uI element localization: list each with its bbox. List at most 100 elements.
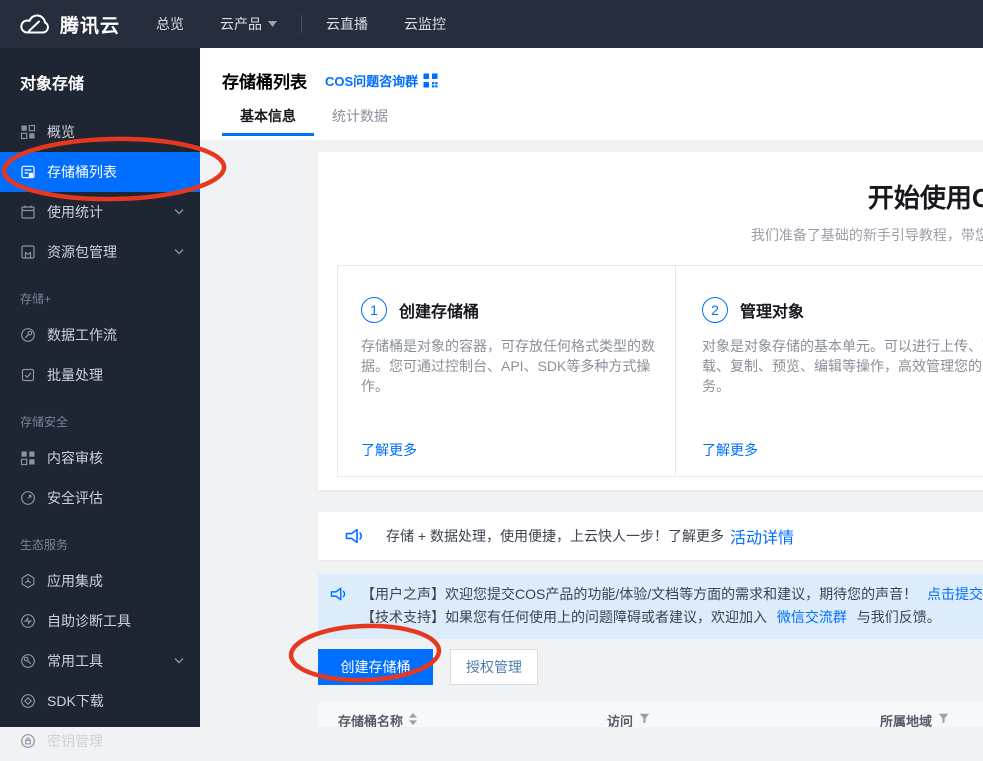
guide-step-1: 1 创建存储桶 存储桶是对象的容器，可存放任何格式类型的数据。您可通过控制台、A… [338,266,675,476]
feedback-line-2-text: 【技术支持】如果您有任何使用上的问题障碍或者建议，欢迎加入 [361,609,767,625]
feedback-line-2-suffix: 与我们反馈。 [856,609,941,625]
sidebar-item-label: 内容审核 [47,450,103,466]
sidebar-group-storage-plus: 存储+ [20,292,52,306]
bucket-table-header: 存储桶名称 访问 所属地域 [318,702,983,727]
tools-icon [20,653,36,669]
cos-qa-group-label: COS问题咨询群 [325,74,419,89]
feedback-notice: 【用户之声】欢迎您提交COS产品的功能/体验/文档等方面的需求和建议，期待您的声… [318,574,983,639]
cos-qa-group-link[interactable]: COS问题咨询群 [325,71,438,90]
sidebar-item-resource-packs[interactable]: 资源包管理 [0,232,200,272]
guide-steps-box: 1 创建存储桶 存储桶是对象的容器，可存放任何格式类型的数据。您可通过控制台、A… [337,265,983,477]
workflow-icon [20,327,36,343]
topbar: 腾讯云 总览 云产品 云直播 云监控 [0,0,983,48]
sort-icon[interactable] [409,713,418,725]
topnav-overview-label: 总览 [156,16,185,32]
sidebar-item-content-audit[interactable]: 内容审核 [0,438,200,478]
step-1-description: 存储桶是对象的容器，可存放任何格式类型的数据。您可通过控制台、API、SDK等多… [361,338,655,394]
topnav-products[interactable]: 云产品 [220,14,278,34]
sidebar-item-app-integration[interactable]: 应用集成 [0,561,200,601]
sidebar-item-label: 数据工作流 [47,327,117,343]
column-bucket-name[interactable]: 存储桶名称 [318,702,588,727]
step-2-number-badge: 2 [702,297,728,323]
sidebar-item-batch-processing[interactable]: 批量处理 [0,355,200,395]
sidebar-item-label: 批量处理 [47,367,103,383]
column-region[interactable]: 所属地域 [861,702,983,727]
sidebar-item-label: 资源包管理 [47,244,117,260]
topnav-live[interactable]: 云直播 [326,14,368,34]
sidebar-item-common-tools[interactable]: 常用工具 [0,641,200,681]
sidebar-group-eco-services: 生态服务 [20,538,69,552]
auth-manage-button[interactable]: 授权管理 [450,649,538,685]
guide-heading: 开始使用COS [867,183,983,213]
qr-code-icon [423,73,438,88]
chevron-down-icon [174,248,184,255]
sidebar-item-sdk-download[interactable]: SDK下载 [0,681,200,721]
step-2-learn-more-link[interactable]: 了解更多 [702,440,758,460]
guide-step-2: 2 管理对象 对象是对象存储的基本单元。可以进行上传、下载、复制、预览、编辑等操… [675,266,983,476]
tab-statistics[interactable]: 统计数据 [314,106,406,136]
sidebar-group-storage-security: 存储安全 [20,415,69,429]
topnav-monitor[interactable]: 云监控 [404,14,446,34]
guide-card: 开始使用COS 我们准备了基础的新手引导教程，带您快速上手对象存储COS。 1 … [318,152,983,490]
sidebar-item-label: 安全评估 [47,490,103,506]
page-title: 存储桶列表 [222,73,307,92]
sidebar-item-key-management[interactable]: 密钥管理 [0,721,200,761]
topnav-monitor-label: 云监控 [404,16,447,32]
topnav-divider [301,15,303,33]
step-2-title: 管理对象 [740,304,805,321]
sidebar-title: 对象存储 [20,76,85,93]
topnav-overview[interactable]: 总览 [156,14,184,34]
tab-bar: 基本信息 统计数据 [222,106,983,136]
column-bucket-name-label: 存储桶名称 [338,714,404,727]
feedback-line-1-text: 【用户之声】欢迎您提交COS产品的功能/体验/文档等方面的需求和建议，期待您的声… [361,586,918,602]
hexagon-icon [20,573,36,589]
column-access[interactable]: 访问 [588,702,861,727]
feedback-line-1: 【用户之声】欢迎您提交COS产品的功能/体验/文档等方面的需求和建议，期待您的声… [361,583,983,606]
main-header: 存储桶列表 COS问题咨询群 基本信息 统计数据 [200,48,983,140]
sidebar-item-label: 概览 [47,124,75,140]
brand-name: 腾讯云 [60,15,121,37]
sidebar-item-self-diagnosis[interactable]: 自助诊断工具 [0,601,200,641]
filter-icon[interactable] [639,713,650,724]
tab-basic-info[interactable]: 基本信息 [222,106,314,136]
activity-details-link[interactable]: 活动详情 [730,524,794,548]
sidebar-item-usage-stats[interactable]: 使用统计 [0,192,200,232]
lock-icon [20,733,36,749]
wechat-group-link[interactable]: 微信交流群 [777,609,847,625]
sidebar-item-overview[interactable]: 概览 [0,112,200,152]
create-bucket-button[interactable]: 创建存储桶 [318,649,433,685]
sidebar-item-data-workflow[interactable]: 数据工作流 [0,315,200,355]
feedback-line-2: 【技术支持】如果您有任何使用上的问题障碍或者建议，欢迎加入 微信交流群 与我们反… [361,606,983,629]
cloud-logo-icon [20,14,49,34]
sdk-icon [20,693,36,709]
step-2-description: 对象是对象存储的基本单元。可以进行上传、下载、复制、预览、编辑等操作，高效管理您… [702,338,983,394]
bucket-icon [20,164,36,180]
sidebar-item-bucket-list[interactable]: 存储桶列表 [0,152,200,192]
step-1-number-badge: 1 [361,297,387,323]
step-1-title: 创建存储桶 [399,304,480,321]
megaphone-icon [330,586,348,629]
content-area: 开始使用COS 我们准备了基础的新手引导教程，带您快速上手对象存储COS。 1 … [200,140,983,727]
column-region-label: 所属地域 [880,714,933,727]
caret-down-icon [268,21,278,27]
sidebar-item-label: 常用工具 [47,653,103,669]
sidebar-item-security-assessment[interactable]: 安全评估 [0,478,200,518]
grid-audit-icon [20,450,36,466]
sidebar-item-label: 密钥管理 [47,733,103,749]
step-1-learn-more-link[interactable]: 了解更多 [361,440,417,460]
sidebar-item-label: 存储桶列表 [47,164,117,180]
guide-subheading: 我们准备了基础的新手引导教程，带您快速上手对象存储COS。 [750,227,983,243]
calendar-icon [20,204,36,220]
chevron-down-icon [174,657,184,664]
action-buttons: 创建存储桶 授权管理 [318,649,983,685]
sidebar-item-label: SDK下载 [47,693,104,709]
submit-feedback-link[interactable]: 点击提交 [927,586,983,602]
megaphone-icon [345,527,365,545]
tencent-cloud-logo[interactable]: 腾讯云 [18,11,120,38]
sidebar-item-label: 使用统计 [47,204,103,220]
promo-notice-text: 存储 + 数据处理，使用便捷，上云快人一步！了解更多 [386,528,724,544]
grid-icon [20,124,36,140]
topnav-products-label: 云产品 [220,16,263,32]
filter-icon[interactable] [938,713,949,724]
sidebar-item-label: 应用集成 [47,573,103,589]
